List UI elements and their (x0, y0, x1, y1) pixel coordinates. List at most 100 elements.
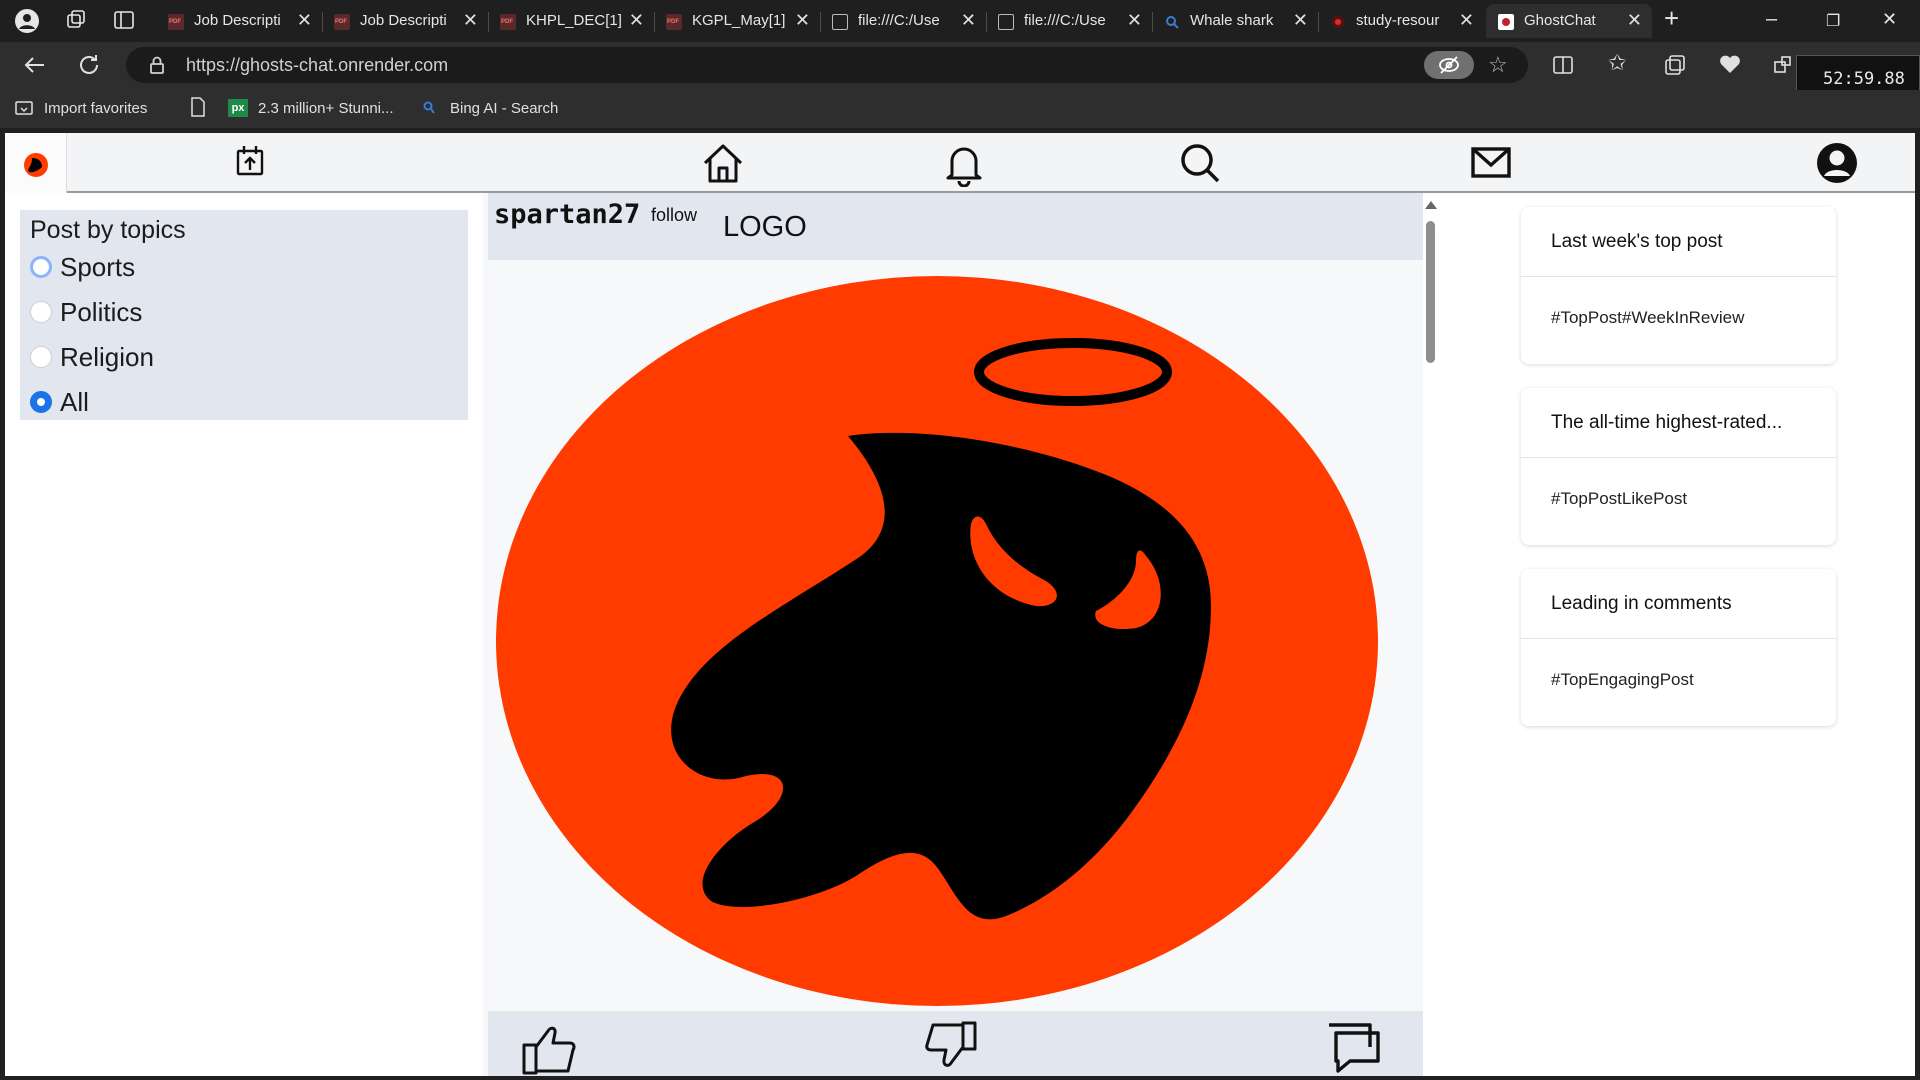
browser-tab-active[interactable]: GhostChat ✕ (1486, 4, 1652, 38)
search-icon (1164, 14, 1180, 30)
extensions-icon[interactable] (1772, 54, 1794, 81)
browser-tab[interactable]: file:///C:/Use ✕ (820, 4, 987, 38)
favorite-label: 2.3 million+ Stunni... (258, 100, 394, 117)
post-actions-bar (488, 1011, 1423, 1076)
page-icon (190, 97, 206, 121)
site-icon (1330, 14, 1346, 30)
favorite-label: Import favorites (44, 100, 148, 117)
collections-icon[interactable] (1664, 54, 1686, 81)
topic-label: Religion (60, 342, 154, 372)
ghost-logo-icon (24, 153, 48, 177)
browser-tab-strip: Job Descripti ✕ Job Descripti ✕ KHPL_DEC… (0, 0, 1920, 42)
card-header: Last week's top post (1521, 207, 1836, 277)
card-title: Leading in comments (1551, 593, 1732, 614)
highest-rated-card[interactable]: The all-time highest-rated... #TopPostLi… (1521, 388, 1836, 545)
address-bar[interactable]: https://ghosts-chat.onrender.com ☆ (126, 47, 1528, 83)
lock-icon[interactable] (148, 55, 166, 80)
file-icon (998, 14, 1014, 30)
feed-scrollbar[interactable] (1423, 193, 1439, 1076)
ghost-logo-image (496, 276, 1378, 1006)
browser-tab[interactable]: Whale shark ✕ (1152, 4, 1319, 38)
leading-comments-card[interactable]: Leading in comments #TopEngagingPost (1521, 569, 1836, 726)
card-hashtags[interactable]: #TopEngagingPost (1551, 670, 1694, 690)
create-post-icon[interactable] (227, 137, 275, 185)
favorite-label: Bing AI - Search (450, 100, 559, 117)
split-screen-icon[interactable] (1552, 54, 1574, 81)
radio-button-selected[interactable] (30, 391, 52, 413)
brand-logo[interactable] (5, 133, 67, 193)
bing-search-icon (422, 100, 436, 120)
browser-essentials-icon[interactable] (1718, 52, 1742, 81)
profile-icon[interactable] (14, 8, 40, 34)
pdf-icon (334, 14, 350, 30)
post-caption: LOGO (723, 211, 807, 243)
close-tab-icon[interactable]: ✕ (1293, 10, 1308, 31)
minimize-icon[interactable]: – (1766, 8, 1777, 31)
like-thumbs-up-icon[interactable] (520, 1019, 578, 1075)
tab-title: KGPL_May[1] (692, 12, 786, 29)
workspaces-icon[interactable] (64, 8, 90, 34)
notifications-bell-icon[interactable] (940, 139, 988, 188)
close-tab-icon[interactable]: ✕ (629, 10, 644, 31)
favorites-icon[interactable]: ✩ (1608, 50, 1626, 76)
user-profile-icon[interactable] (1813, 139, 1861, 187)
browser-tab[interactable]: Job Descripti ✕ (322, 4, 489, 38)
browser-tab[interactable]: KHPL_DEC[1] ✕ (488, 4, 655, 38)
back-icon[interactable] (22, 52, 48, 83)
tab-actions-icon[interactable] (112, 8, 138, 34)
post-feed: spartan27 follow LOGO (483, 193, 1423, 1076)
tracking-prevention-icon[interactable] (1424, 51, 1474, 79)
topic-label: Politics (60, 297, 143, 327)
app-top-navigation (5, 133, 1915, 193)
card-hashtags[interactable]: #TopPost#WeekInReview (1551, 308, 1744, 328)
follow-button[interactable]: follow (651, 205, 697, 226)
close-tab-icon[interactable]: ✕ (961, 10, 976, 31)
browser-tab[interactable]: file:///C:/Use ✕ (986, 4, 1153, 38)
messages-mail-icon[interactable] (1467, 139, 1515, 187)
topic-label: All (60, 387, 89, 417)
radio-button[interactable] (30, 256, 52, 278)
url-text[interactable]: https://ghosts-chat.onrender.com (186, 55, 448, 76)
close-tab-icon[interactable]: ✕ (1127, 10, 1142, 31)
scrollbar-thumb[interactable] (1426, 221, 1435, 363)
restore-icon[interactable]: ❐ (1826, 11, 1840, 31)
card-header: Leading in comments (1521, 569, 1836, 639)
tab-title: Job Descripti (360, 12, 447, 29)
radio-button[interactable] (30, 346, 52, 368)
favorites-bar: Import favorites px 2.3 million+ Stunni.… (0, 90, 1920, 128)
card-title: Last week's top post (1551, 231, 1723, 252)
top-post-card[interactable]: Last week's top post #TopPost#WeekInRevi… (1521, 207, 1836, 364)
card-hashtags[interactable]: #TopPostLikePost (1551, 489, 1687, 509)
tab-title: file:///C:/Use (858, 12, 940, 29)
close-window-icon[interactable]: ✕ (1882, 9, 1897, 30)
close-tab-icon[interactable]: ✕ (463, 10, 478, 31)
new-tab-icon[interactable]: + (1664, 3, 1690, 33)
pdf-icon (666, 14, 682, 30)
scroll-up-arrow-icon[interactable] (1425, 201, 1437, 209)
close-tab-icon[interactable]: ✕ (297, 10, 312, 31)
search-icon[interactable] (1176, 139, 1224, 187)
topic-label: Sports (60, 252, 136, 282)
close-tab-icon[interactable]: ✕ (795, 10, 810, 31)
comments-icon[interactable] (1324, 1019, 1382, 1075)
card-title: The all-time highest-rated... (1551, 412, 1783, 433)
post-username[interactable]: spartan27 (494, 199, 640, 230)
topics-title: Post by topics (30, 216, 186, 244)
tab-title: file:///C:/Use (1024, 12, 1106, 29)
tab-title: Job Descripti (194, 12, 281, 29)
favorite-star-icon[interactable]: ☆ (1488, 52, 1508, 78)
dislike-thumbs-down-icon[interactable] (921, 1019, 979, 1075)
tab-title: GhostChat (1524, 12, 1596, 29)
radio-button[interactable] (30, 301, 52, 323)
close-tab-icon[interactable]: ✕ (1459, 10, 1474, 31)
browser-tab[interactable]: study-resour ✕ (1318, 4, 1484, 38)
home-icon[interactable] (699, 139, 747, 187)
refresh-icon[interactable] (76, 52, 102, 83)
ghostchat-page: Post by topics Sports Politics Religion … (5, 133, 1915, 1076)
browser-tab[interactable]: KGPL_May[1] ✕ (654, 4, 821, 38)
browser-toolbar: https://ghosts-chat.onrender.com ☆ ✩ (0, 42, 1920, 90)
browser-tab[interactable]: Job Descripti ✕ (156, 4, 323, 38)
close-tab-icon[interactable]: ✕ (1627, 10, 1642, 31)
pexels-icon: px (228, 99, 248, 117)
import-icon (14, 98, 34, 122)
